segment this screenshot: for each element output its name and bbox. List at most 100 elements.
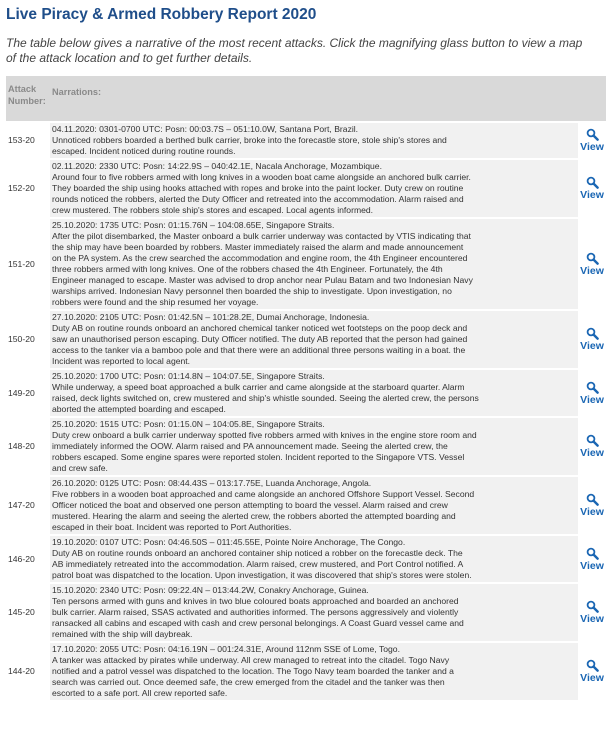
narration-line: access to the tanker via a bamboo pole a… bbox=[52, 345, 466, 355]
attack-number: 144-20 bbox=[6, 643, 50, 700]
narration-line: Incident was reported to local agent. bbox=[52, 356, 191, 366]
view-link-text[interactable]: View bbox=[580, 394, 604, 406]
narration-line: notified and a patrol vessel was dispatc… bbox=[52, 666, 454, 676]
narration-line: search was carried out. Once deemed safe… bbox=[52, 677, 445, 687]
narration-line: robbers escaped. Some engine spares were… bbox=[52, 452, 465, 462]
view-link-text[interactable]: View bbox=[580, 560, 604, 572]
view-cell: View bbox=[578, 311, 606, 368]
narration-headline: 25.10.2020: 1515 UTC: Posn: 01:15.0N – 1… bbox=[52, 419, 325, 429]
table-row: 147-20 26.10.2020: 0125 UTC: Posn: 08:44.… bbox=[6, 477, 606, 534]
header-number-label: Number: bbox=[8, 96, 46, 106]
narration-headline: 25.10.2020: 1735 UTC: Posn: 01:15.76N – … bbox=[52, 220, 335, 230]
view-link-text[interactable]: View bbox=[580, 672, 604, 684]
narration-line: Unnoticed robbers boarded a berthed bulk… bbox=[52, 135, 447, 145]
narration-line: and crew safe. bbox=[52, 463, 108, 473]
magnifier-icon bbox=[586, 434, 599, 447]
view-link-text[interactable]: View bbox=[580, 447, 604, 459]
narration-line: crew mustered. The robbers stole ship's … bbox=[52, 205, 374, 215]
narration-line: They boarded the ship using hooks attach… bbox=[52, 183, 464, 193]
narration-line: While underway, a speed boat approached … bbox=[52, 382, 465, 392]
view-link-text[interactable]: View bbox=[580, 506, 604, 518]
table-row: 146-20 19.10.2020: 0107 UTC: Posn: 04:46.… bbox=[6, 536, 606, 582]
narration-line: escaped in their boat. Incident was repo… bbox=[52, 522, 292, 532]
narration-line: Engineer managed to escape. Master was a… bbox=[52, 275, 473, 285]
narration-line: remained with the ship will daybreak. bbox=[52, 629, 193, 639]
view-link-text[interactable]: View bbox=[580, 189, 604, 201]
narration-line: patrol boat was dispatched to the locati… bbox=[52, 570, 472, 580]
view-link-text[interactable]: View bbox=[580, 265, 604, 277]
view-cell: View bbox=[578, 123, 606, 158]
view-cell: View bbox=[578, 418, 606, 475]
magnifier-icon bbox=[586, 493, 599, 506]
intro-line: The table below gives a narrative of the… bbox=[6, 36, 583, 50]
view-link-text[interactable]: View bbox=[580, 340, 604, 352]
narration-line: on the PA system. As the crew searched t… bbox=[52, 253, 468, 263]
narration-line: three robbers armed with long knives. On… bbox=[52, 264, 443, 274]
view-cell: View bbox=[578, 160, 606, 217]
narration-line: escorted to a safe port. All crew report… bbox=[52, 688, 228, 698]
intro-line: of the attack location and to get furthe… bbox=[6, 51, 253, 65]
attack-number: 150-20 bbox=[6, 311, 50, 368]
narration-line: the ship may have been boarded by robber… bbox=[52, 242, 464, 252]
narration-line: escaped. Incident noticed during routine… bbox=[52, 146, 236, 156]
narration-line: aborted the attempted boarding and escap… bbox=[52, 404, 226, 414]
narration-line: rounds noticed the robbers, alerted the … bbox=[52, 194, 464, 204]
narration-line: Duty crew onboard a bulk carrier underwa… bbox=[52, 430, 477, 440]
narration-line: robbers were found and the ship resumed … bbox=[52, 297, 259, 307]
view-cell: View bbox=[578, 477, 606, 534]
narration-line: immediately informed the OOW. Alarm rais… bbox=[52, 441, 448, 451]
attack-number: 152-20 bbox=[6, 160, 50, 217]
magnifier-icon bbox=[586, 659, 599, 672]
view-link-text[interactable]: View bbox=[580, 613, 604, 625]
narration-cell: 25.10.2020: 1515 UTC: Posn: 01:15.0N – 1… bbox=[50, 418, 578, 475]
page-title: Live Piracy & Armed Robbery Report 2020 bbox=[6, 6, 317, 23]
table-body: 153-20 04.11.2020: 0301-0700 UTC: Posn: 0… bbox=[6, 123, 606, 700]
narration-line: warships arrived. Indonesian Navy person… bbox=[52, 286, 452, 296]
view-cell: View bbox=[578, 643, 606, 700]
attack-number: 146-20 bbox=[6, 536, 50, 582]
narration-cell: 02.11.2020: 2330 UTC: Posn: 14:22.9S – 0… bbox=[50, 160, 578, 217]
narration-line: bulk carrier. Alarm raised, SSAS activat… bbox=[52, 607, 459, 617]
magnifier-icon bbox=[586, 327, 599, 340]
view-map-button[interactable]: View bbox=[580, 493, 604, 518]
attack-number: 147-20 bbox=[6, 477, 50, 534]
narration-headline: 19.10.2020: 0107 UTC: Posn: 04:46.50S – … bbox=[52, 537, 406, 547]
table-row: 149-20 25.10.2020: 1700 UTC: Posn: 01:14.… bbox=[6, 370, 606, 416]
view-map-button[interactable]: View bbox=[580, 128, 604, 153]
view-map-button[interactable]: View bbox=[580, 600, 604, 625]
narration-headline: 27.10.2020: 2105 UTC: Posn: 01:42.5N – 1… bbox=[52, 312, 370, 322]
view-map-button[interactable]: View bbox=[580, 252, 604, 277]
view-map-button[interactable]: View bbox=[580, 434, 604, 459]
narration-headline: 02.11.2020: 2330 UTC: Posn: 14:22.9S – 0… bbox=[52, 161, 382, 171]
narration-headline: 04.11.2020: 0301-0700 UTC: Posn: 00:03.7… bbox=[52, 124, 359, 134]
narration-cell: 15.10.2020: 2340 UTC: Posn: 09:22.4N – 0… bbox=[50, 584, 578, 641]
narration-line: Ten persons armed with guns and knives i… bbox=[52, 596, 459, 606]
view-cell: View bbox=[578, 584, 606, 641]
column-header-attack-number: Attack Number: bbox=[6, 76, 50, 121]
view-cell: View bbox=[578, 370, 606, 416]
narration-cell: 17.10.2020: 2055 UTC: Posn: 04:16.19N – … bbox=[50, 643, 578, 700]
narration-line: Officer noticed the boat and observed on… bbox=[52, 500, 448, 510]
magnifier-icon bbox=[586, 176, 599, 189]
narration-line: saw an unauthorised person escaping. Dut… bbox=[52, 334, 468, 344]
attacks-table: Attack Number: Narrations: 153-20 04.11.2… bbox=[6, 74, 606, 702]
table-row: 150-20 27.10.2020: 2105 UTC: Posn: 01:42.… bbox=[6, 311, 606, 368]
table-row: 152-20 02.11.2020: 2330 UTC: Posn: 14:22.… bbox=[6, 160, 606, 217]
narration-cell: 26.10.2020: 0125 UTC: Posn: 08:44.43S – … bbox=[50, 477, 578, 534]
view-map-button[interactable]: View bbox=[580, 547, 604, 572]
view-map-button[interactable]: View bbox=[580, 176, 604, 201]
view-map-button[interactable]: View bbox=[580, 327, 604, 352]
table-header-row: Attack Number: Narrations: bbox=[6, 76, 606, 121]
intro-text: The table below gives a narrative of the… bbox=[6, 36, 606, 66]
magnifier-icon bbox=[586, 128, 599, 141]
report-container: Live Piracy & Armed Robbery Report 2020 … bbox=[6, 6, 606, 702]
magnifier-icon bbox=[586, 252, 599, 265]
view-map-button[interactable]: View bbox=[580, 381, 604, 406]
view-map-button[interactable]: View bbox=[580, 659, 604, 684]
narration-line: A tanker was attacked by pirates while u… bbox=[52, 655, 450, 665]
narration-headline: 17.10.2020: 2055 UTC: Posn: 04:16.19N – … bbox=[52, 644, 400, 654]
narration-cell: 27.10.2020: 2105 UTC: Posn: 01:42.5N – 1… bbox=[50, 311, 578, 368]
header-attack-label: Attack bbox=[8, 84, 37, 94]
narration-line: raised, deck lights switched on, crew mu… bbox=[52, 393, 479, 403]
view-link-text[interactable]: View bbox=[580, 141, 604, 153]
